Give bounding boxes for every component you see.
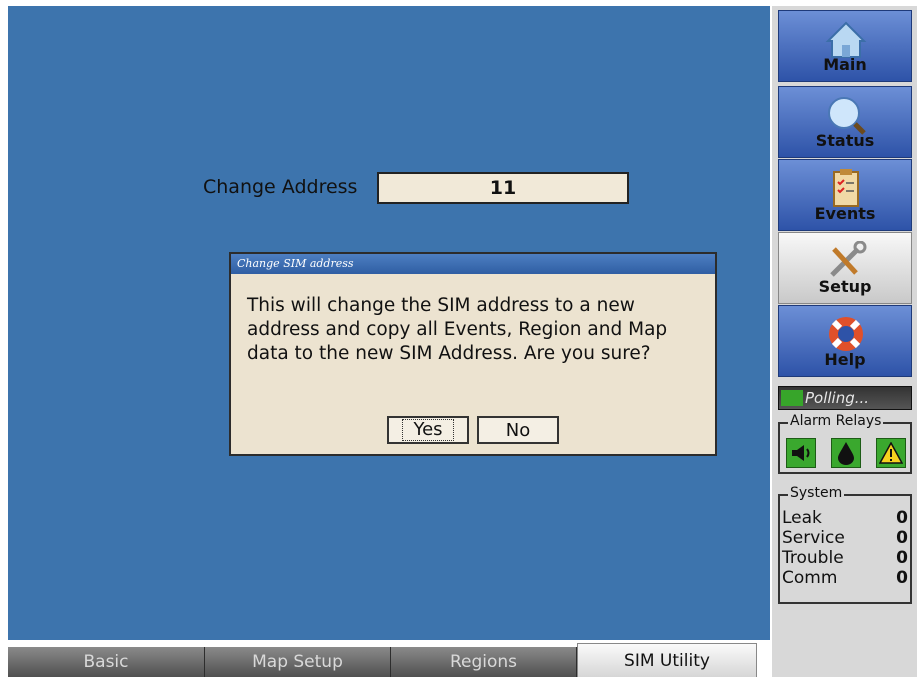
- no-button[interactable]: No: [477, 416, 559, 444]
- tab-basic[interactable]: Basic: [8, 647, 205, 677]
- change-address-label: Change Address: [203, 176, 358, 198]
- clipboard-icon: [833, 169, 859, 207]
- system-row-label: Leak: [782, 508, 822, 528]
- system-title: System: [788, 485, 845, 501]
- alarm-relays-title: Alarm Relays: [788, 413, 884, 429]
- system-row-label: Service: [782, 528, 845, 548]
- system-row-value: 0: [896, 548, 908, 568]
- system-row-value: 0: [896, 528, 908, 548]
- horn-icon[interactable]: [786, 438, 816, 468]
- polling-status: Polling...: [778, 386, 912, 410]
- system-row-comm: Comm 0: [782, 568, 908, 588]
- dialog-message: This will change the SIM address to a ne…: [247, 295, 668, 364]
- nav-status-button[interactable]: Status: [778, 86, 912, 158]
- setup-tab-bar: Basic Map Setup Regions SIM Utility: [8, 641, 770, 677]
- system-row-value: 0: [896, 568, 908, 588]
- nav-status-label: Status: [815, 131, 875, 150]
- tools-icon: [830, 241, 867, 277]
- change-address-field[interactable]: 11: [377, 172, 629, 204]
- dialog-title: Change SIM address: [231, 254, 715, 274]
- system-row-label: Comm: [782, 568, 838, 588]
- nav-events-label: Events: [814, 204, 876, 223]
- warning-icon[interactable]: [876, 438, 906, 468]
- tab-map-setup[interactable]: Map Setup: [205, 647, 391, 677]
- alarm-relays-group: Alarm Relays: [778, 413, 912, 474]
- nav-main-label: Main: [823, 55, 867, 74]
- system-row-trouble: Trouble 0: [782, 548, 908, 568]
- nav-help-button[interactable]: Help: [778, 305, 912, 377]
- drop-icon[interactable]: [831, 438, 861, 468]
- house-icon: [825, 21, 867, 58]
- nav-main-button[interactable]: Main: [778, 10, 912, 82]
- system-group: System Leak 0 Service 0 Trouble 0 Comm 0: [778, 485, 912, 604]
- nav-setup-label: Setup: [818, 277, 872, 296]
- nav-events-button[interactable]: Events: [778, 159, 912, 231]
- system-row-label: Trouble: [782, 548, 844, 568]
- tab-sim-utility[interactable]: SIM Utility: [577, 643, 757, 677]
- system-row-value: 0: [896, 508, 908, 528]
- yes-button-label: Yes: [402, 419, 454, 441]
- nav-help-label: Help: [824, 350, 866, 369]
- tab-regions[interactable]: Regions: [391, 647, 577, 677]
- lifebuoy-icon: [829, 317, 863, 351]
- setup-workarea: Change Address 11 Change SIM address Thi…: [8, 6, 770, 640]
- nav-setup-button[interactable]: Setup: [778, 232, 912, 304]
- change-sim-address-dialog: Change SIM address This will change the …: [229, 252, 717, 456]
- system-row-leak: Leak 0: [782, 508, 908, 528]
- magnifier-icon: [828, 97, 866, 135]
- system-row-service: Service 0: [782, 528, 908, 548]
- yes-button[interactable]: Yes: [387, 416, 469, 444]
- right-nav-panel: Main Status Events Setup Help Polling...…: [772, 6, 917, 677]
